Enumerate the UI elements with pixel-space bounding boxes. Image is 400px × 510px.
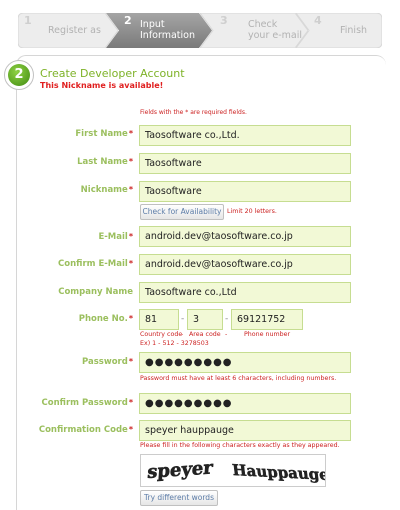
required-note-suffix: are required fields. [190, 109, 247, 116]
phone-label: Phone No.* [78, 314, 133, 324]
step-finish: 4 Finish [296, 13, 382, 48]
captcha-image: speyer Hauppauge [140, 454, 330, 487]
step-3-number: 3 [220, 14, 228, 27]
step-input-information: 2 Input Information [106, 13, 212, 48]
registration-steps: 1 Register as 2 Input Information 3 Chec… [18, 13, 382, 48]
step-4-shape [296, 13, 382, 48]
captcha-distorted-text: speyer Hauppauge [146, 457, 330, 484]
required-star: * [128, 157, 133, 166]
phone-example: Ex) 1 - 512 - 3278503 [140, 340, 209, 347]
phone-separator: - [181, 314, 185, 324]
captcha-word-2: Hauppauge [231, 461, 325, 484]
step-1-number: 1 [24, 14, 32, 27]
step-check-email: 3 Check your e-mail [200, 13, 308, 48]
confirm-password-label: Confirm Password* [41, 398, 133, 408]
confirm-password-input[interactable]: ●●●●●●●●● [139, 393, 351, 414]
step-2-label-line1: Input [140, 19, 165, 30]
first-name-label: First Name* [75, 129, 133, 139]
email-input[interactable]: android.dev@taosoftware.co.jp [139, 226, 351, 247]
confirm-email-label: Confirm E-Mail* [58, 259, 133, 269]
required-star: * [128, 398, 133, 407]
check-availability-button[interactable]: Check for Availability [140, 204, 224, 220]
phone-country-code-input[interactable]: 81 [139, 309, 179, 330]
phone-separator: - [225, 314, 229, 324]
confirmation-code-label: Confirmation Code* [38, 425, 133, 435]
phone-hint-separator: - [225, 331, 228, 338]
page-title: Create Developer Account [40, 67, 185, 80]
step-4-label: Finish [340, 25, 368, 36]
last-name-input[interactable]: Taosoftware [139, 153, 351, 174]
step-register-as: 1 Register as [18, 13, 118, 48]
nickname-availability-message: This Nickname is available! [40, 81, 164, 90]
first-name-input[interactable]: Taosoftware co.,Ltd. [139, 125, 351, 146]
nickname-label: Nickname* [80, 185, 133, 195]
required-star: * [128, 129, 133, 138]
password-label: Password* [81, 357, 133, 367]
phone-country-code-hint: Country code [140, 331, 183, 338]
required-note-prefix: Fields with the [140, 109, 184, 116]
required-star: * [128, 259, 133, 268]
step-number-badge: 2 [4, 60, 34, 90]
required-star: * [128, 314, 133, 323]
step-number-badge-value: 2 [8, 64, 30, 86]
confirmation-code-input[interactable]: speyer hauppauge [139, 420, 351, 441]
required-star: * [128, 232, 133, 241]
company-name-input[interactable]: Taosoftware co.,Ltd [139, 282, 351, 303]
step-2-label-line2: Information [140, 30, 195, 41]
email-label: E-Mail* [98, 232, 133, 242]
step-4-number: 4 [314, 14, 322, 27]
captcha-word-1: speyer [147, 457, 214, 483]
phone-number-input[interactable]: 69121752 [231, 309, 303, 330]
phone-area-code-input[interactable]: 3 [187, 309, 223, 330]
required-star: * [128, 357, 133, 366]
nickname-input[interactable]: Taosoftware [139, 181, 351, 202]
step-1-label: Register as [48, 25, 101, 36]
password-hint: Password must have at least 6 characters… [140, 375, 337, 382]
step-3-label-line1: Check [248, 19, 278, 30]
try-different-words-button[interactable]: Try different words [140, 490, 218, 506]
step-2-number: 2 [124, 14, 132, 27]
password-input[interactable]: ●●●●●●●●● [139, 352, 351, 373]
phone-number-hint: Phone number [244, 331, 291, 338]
required-star: * [128, 425, 133, 434]
required-star: * [185, 109, 189, 116]
last-name-label: Last Name* [77, 157, 133, 167]
phone-area-code-hint: Area code [189, 331, 221, 338]
step-3-label-line2: your e-mail [248, 30, 303, 41]
confirm-email-input[interactable]: android.dev@taosoftware.co.jp [139, 254, 351, 275]
confirmation-code-hint: Please fill in the following characters … [140, 442, 340, 449]
required-fields-note: Fields with the * are required fields. [140, 109, 247, 116]
company-name-label: Company Name [58, 287, 133, 297]
phone-hint-separator: - [181, 331, 184, 338]
nickname-limit-note: Limit 20 letters. [227, 208, 277, 215]
required-star: * [128, 185, 133, 194]
